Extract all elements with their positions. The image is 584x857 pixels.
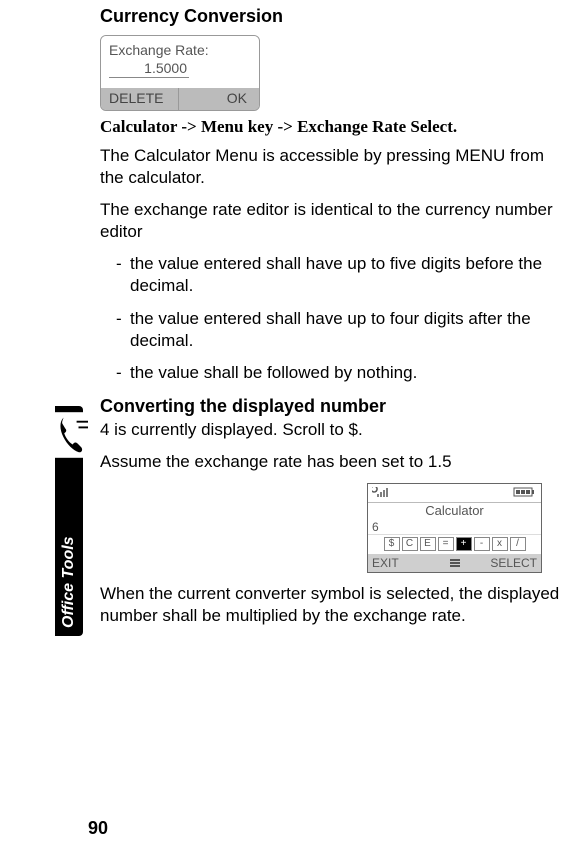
- battery-icon: [513, 486, 537, 500]
- bullet-text: the value entered shall have up to five …: [130, 253, 572, 297]
- signal-icon: [372, 486, 402, 500]
- calc-op-row: $ C E = + - x /: [368, 534, 541, 554]
- list-item: - the value entered shall have up to fou…: [100, 308, 572, 352]
- op-divide[interactable]: /: [510, 537, 526, 551]
- exchange-rate-label: Exchange Rate:: [109, 42, 251, 60]
- paragraph: Assume the exchange rate has been set to…: [100, 451, 572, 473]
- paragraph: When the current converter symbol is sel…: [100, 583, 572, 627]
- op-multiply[interactable]: x: [492, 537, 508, 551]
- bullet-dash: -: [100, 362, 130, 384]
- side-tab-label: Office Tools: [60, 536, 78, 628]
- select-softkey[interactable]: SELECT: [467, 554, 542, 572]
- op-e[interactable]: E: [420, 537, 436, 551]
- op-plus[interactable]: +: [456, 537, 472, 551]
- paragraph: The Calculator Menu is accessible by pre…: [100, 145, 572, 189]
- section-heading: Currency Conversion: [100, 6, 572, 27]
- calc-display: 6: [368, 520, 541, 534]
- op-dollar[interactable]: $: [384, 537, 400, 551]
- bullet-dash: -: [100, 253, 130, 297]
- list-item: - the value entered shall have up to fiv…: [100, 253, 572, 297]
- page-number: 90: [88, 818, 108, 839]
- sub-heading: Converting the displayed number: [100, 396, 572, 417]
- op-minus[interactable]: -: [474, 537, 490, 551]
- op-equals[interactable]: =: [438, 537, 454, 551]
- exchange-rate-screen: Exchange Rate: 1.5000 DELETE OK: [100, 35, 260, 111]
- delete-softkey[interactable]: DELETE: [101, 88, 179, 110]
- phone-icon: [50, 411, 88, 459]
- op-clear[interactable]: C: [402, 537, 418, 551]
- list-item: - the value shall be followed by nothing…: [100, 362, 572, 384]
- paragraph: 4 is currently displayed. Scroll to $.: [100, 419, 572, 441]
- bullet-text: the value entered shall have up to four …: [130, 308, 572, 352]
- exit-softkey[interactable]: EXIT: [368, 554, 443, 572]
- bullet-text: the value shall be followed by nothing.: [130, 362, 572, 384]
- ok-softkey[interactable]: OK: [179, 88, 260, 110]
- exchange-rate-value[interactable]: 1.5000: [109, 60, 189, 79]
- calc-title: Calculator: [425, 503, 484, 518]
- nav-path: Calculator -> Menu key -> Exchange Rate …: [100, 117, 572, 137]
- paragraph: The exchange rate editor is identical to…: [100, 199, 572, 243]
- menu-icon[interactable]: [443, 558, 467, 568]
- calculator-screen: Calculator 6 $ C E = + - x / EXIT SELECT: [367, 483, 542, 573]
- bullet-dash: -: [100, 308, 130, 352]
